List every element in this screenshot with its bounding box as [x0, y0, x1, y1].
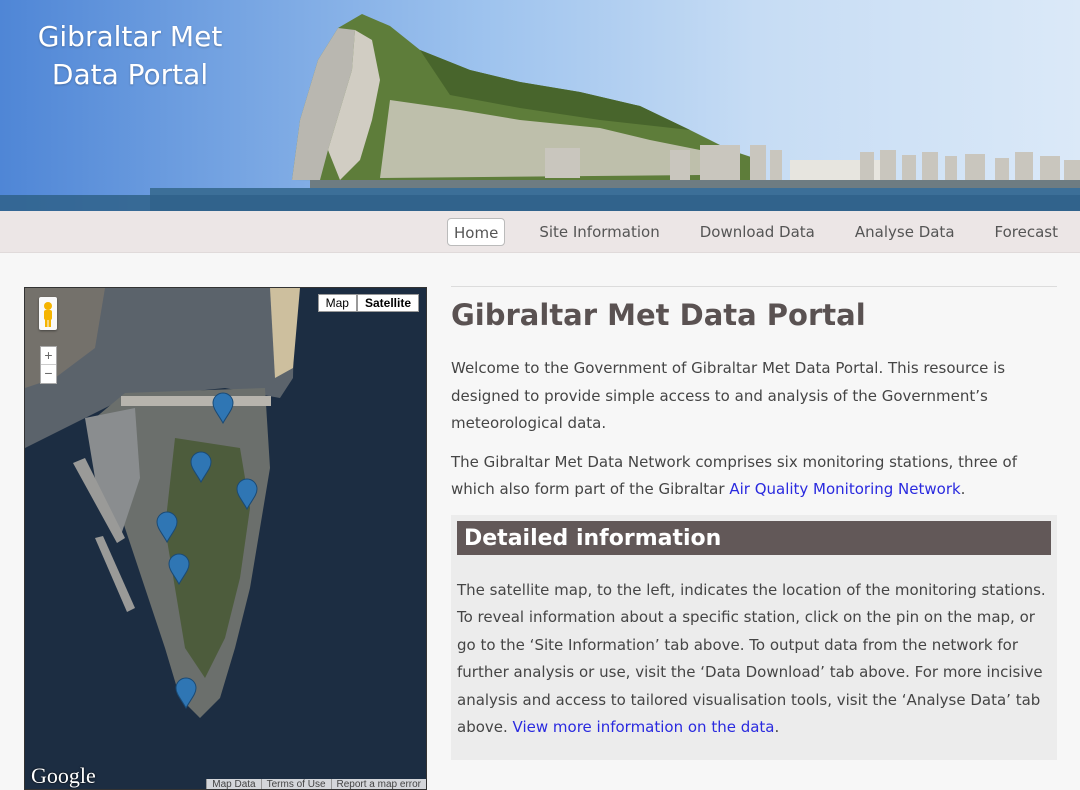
station-pin-4[interactable] [156, 511, 178, 543]
zoom-control: + − [40, 346, 57, 384]
station-pin-2[interactable] [190, 451, 212, 483]
map-footer: Map Data Terms of Use Report a map error [206, 779, 426, 789]
main-navigation: Home Site Information Download Data Anal… [0, 211, 1080, 253]
view-more-information-link[interactable]: View more information on the data [513, 718, 775, 736]
station-pin-1[interactable] [212, 392, 234, 424]
zoom-out-button[interactable]: − [41, 365, 56, 383]
site-title: Gibraltar Met Data Portal [30, 18, 230, 94]
map-type-control: Map Satellite [317, 294, 419, 312]
detailed-information-text: The satellite map, to the left, indicate… [457, 577, 1051, 742]
maptype-satellite-button[interactable]: Satellite [356, 294, 419, 312]
air-quality-network-link[interactable]: Air Quality Monitoring Network [729, 480, 960, 498]
nav-forecast[interactable]: Forecast [989, 218, 1064, 246]
detailed-information-heading: Detailed information [457, 520, 1051, 555]
site-title-line2: Data Portal [51, 58, 209, 91]
detail-end: . [774, 718, 780, 736]
detailed-information-box: Detailed information The satellite map, … [451, 514, 1057, 760]
station-pin-5[interactable] [168, 553, 190, 585]
nav-site-information[interactable]: Site Information [533, 218, 665, 246]
nav-download-data[interactable]: Download Data [694, 218, 821, 246]
station-pin-3[interactable] [236, 478, 258, 510]
nav-home[interactable]: Home [447, 218, 506, 246]
network-paragraph: The Gibraltar Met Data Network comprises… [451, 449, 1057, 504]
zoom-in-button[interactable]: + [41, 347, 56, 365]
network-paragraph-end: . [960, 480, 966, 498]
nav-analyse-data[interactable]: Analyse Data [849, 218, 961, 246]
map-satellite-imagery [25, 288, 426, 789]
map-data-link[interactable]: Map Data [206, 779, 261, 789]
report-map-error-link[interactable]: Report a map error [330, 779, 426, 789]
page-title: Gibraltar Met Data Portal [451, 298, 866, 332]
street-view-pegman-icon[interactable] [39, 297, 57, 330]
site-title-line1: Gibraltar Met [37, 20, 223, 53]
intro-paragraph: Welcome to the Government of Gibraltar M… [451, 359, 1006, 432]
main-content: Gibraltar Met Data Portal Welcome to the… [451, 286, 1057, 760]
satellite-map[interactable]: Map Satellite + − Google Map Data Terms … [24, 287, 427, 790]
maptype-map-button[interactable]: Map [317, 294, 357, 312]
google-logo: Google [31, 763, 96, 788]
terms-of-use-link[interactable]: Terms of Use [260, 779, 331, 789]
station-pin-6[interactable] [175, 677, 197, 709]
nav-list: Home Site Information Download Data Anal… [447, 218, 1080, 246]
detail-body: The satellite map, to the left, indicate… [457, 580, 1046, 737]
header-banner: Gibraltar Met Data Portal [0, 0, 1080, 211]
